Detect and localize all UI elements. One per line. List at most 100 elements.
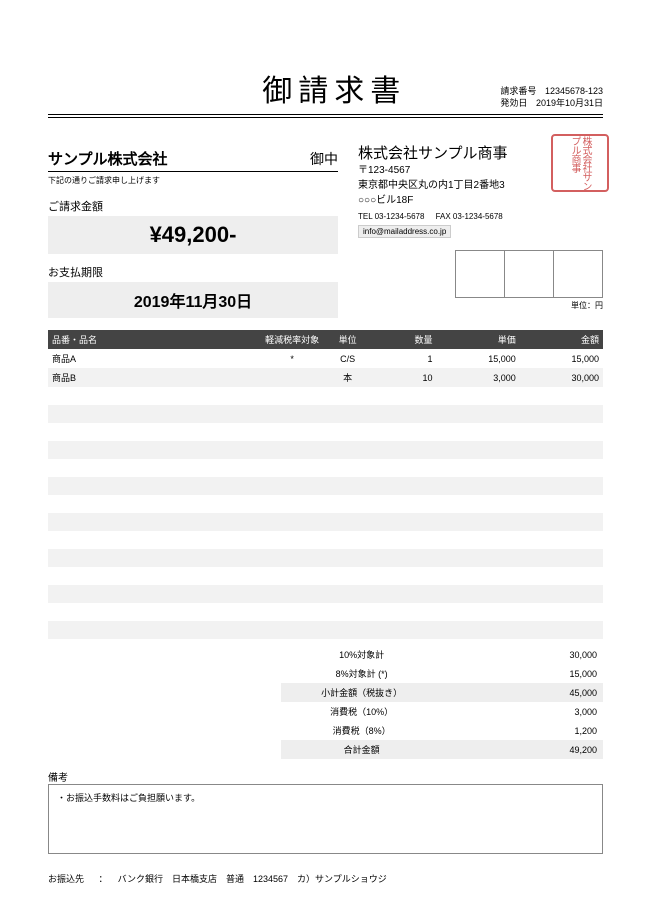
cell-price [436,441,519,459]
table-row [48,549,603,567]
cell-qty [370,405,437,423]
cell-tax [259,387,326,405]
cell-price [436,477,519,495]
table-row [48,477,603,495]
cell-unit [325,459,369,477]
cell-unit [325,423,369,441]
bank-separator: ： [99,874,108,884]
cell-price [436,603,519,621]
cell-unit [325,549,369,567]
invoice-no-value: 12345678-123 [545,85,603,98]
due-label: お支払期限 [48,264,338,280]
cell-price [436,531,519,549]
cell-item [48,567,259,585]
remarks-box: ・お振込手数料はご負担願います。 [48,784,603,854]
remarks-text: ・お振込手数料はご負担願います。 [57,793,200,803]
cell-amount [520,585,603,603]
cell-item [48,387,259,405]
cell-tax [259,603,326,621]
summary-table: 10%対象計30,0008%対象計 (*)15,000小計金額（税抜き）45,0… [281,645,603,759]
table-row [48,621,603,639]
summary-row: 小計金額（税抜き）45,000 [281,683,603,702]
cell-tax [259,423,326,441]
cell-qty [370,531,437,549]
cell-amount [520,405,603,423]
cell-price [436,549,519,567]
cell-qty [370,585,437,603]
cell-tax [259,477,326,495]
cell-item [48,603,259,621]
cell-item [48,405,259,423]
table-row [48,423,603,441]
cell-price [436,585,519,603]
cell-amount [520,549,603,567]
cell-unit [325,621,369,639]
cell-item [48,459,259,477]
cell-amount [520,603,603,621]
cell-qty [370,423,437,441]
cell-amount [520,513,603,531]
amount-box: ¥49,200- [48,216,338,254]
cell-price: 15,000 [436,349,519,368]
cell-tax [259,441,326,459]
table-row: 商品A*C/S115,00015,000 [48,349,603,368]
greeting-note: 下記の通りご請求申し上げます [48,175,338,186]
cell-tax [259,549,326,567]
cell-amount [520,531,603,549]
cell-price [436,423,519,441]
cell-unit [325,405,369,423]
table-row [48,513,603,531]
cell-tax [259,405,326,423]
summary-row: 合計金額49,200 [281,740,603,759]
issue-date-value: 2019年10月31日 [536,97,603,110]
due-box: 2019年11月30日 [48,282,338,318]
cell-unit: C/S [325,349,369,368]
cell-tax [259,495,326,513]
currency-unit-note: 単位：円 [358,300,603,311]
line-items-table: 品番・品名 軽減税率対象 単位 数量 単価 金額 商品A*C/S115,0001… [48,330,603,639]
cell-item: 商品B [48,368,259,387]
cell-qty: 10 [370,368,437,387]
cell-qty [370,477,437,495]
client-honorific: 御中 [310,149,338,169]
cell-amount [520,567,603,585]
fax-value: 03-1234-5678 [453,212,503,221]
amount-label: ご請求金額 [48,198,338,214]
summary-row: 8%対象計 (*)15,000 [281,664,603,683]
cell-price [436,513,519,531]
bank-label: お振込先 [48,872,84,885]
table-row [48,459,603,477]
summary-label: 小計金額（税抜き） [281,683,442,702]
cell-tax [259,621,326,639]
cell-qty [370,549,437,567]
cell-item: 商品A [48,349,259,368]
cell-tax: * [259,349,326,368]
cell-unit [325,441,369,459]
cell-price: 3,000 [436,368,519,387]
tel-label: TEL [358,212,372,221]
cell-qty [370,603,437,621]
table-row [48,567,603,585]
summary-label: 10%対象計 [281,645,442,664]
cell-price [436,405,519,423]
cell-qty [370,567,437,585]
summary-label: 消費税（8%） [281,721,442,740]
sender-email: info@mailaddress.co.jp [358,225,451,238]
table-row: 商品B本103,00030,000 [48,368,603,387]
cell-qty [370,387,437,405]
table-row [48,405,603,423]
fax-label: FAX [436,212,451,221]
cell-unit [325,495,369,513]
table-row [48,387,603,405]
table-row [48,603,603,621]
cell-amount: 15,000 [520,349,603,368]
cell-tax [259,531,326,549]
cell-item [48,495,259,513]
cell-amount [520,621,603,639]
cell-tax [259,513,326,531]
sender-address2: ○○○ビル18F [358,193,603,208]
cell-qty [370,495,437,513]
cell-price [436,567,519,585]
cell-amount: 30,000 [520,368,603,387]
cell-qty: 1 [370,349,437,368]
